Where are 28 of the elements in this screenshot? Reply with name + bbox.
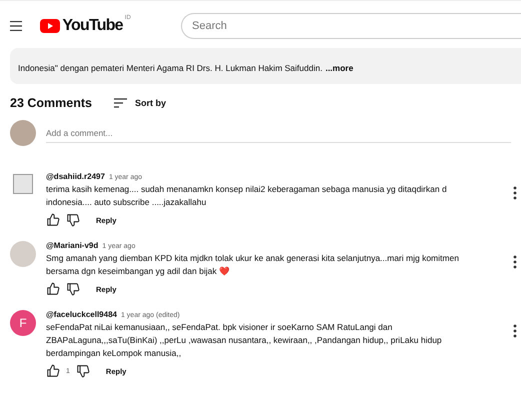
more-options-icon[interactable] [513, 255, 517, 269]
thumbs-up-icon[interactable] [46, 213, 60, 227]
avatar-image [13, 174, 33, 194]
thumbs-down-icon[interactable] [66, 213, 80, 227]
thumbs-down-icon[interactable] [76, 364, 90, 378]
more-options-icon[interactable] [513, 186, 517, 200]
user-avatar [10, 120, 36, 146]
thumbs-up-icon[interactable] [46, 364, 60, 378]
play-logo-icon [40, 19, 60, 33]
sort-button[interactable]: Sort by [114, 98, 166, 108]
description-text: Indonesia" dengan pemateri Menteri Agama RI Drs. H. Lukman Hakim Saifuddin. ...more [18, 63, 354, 73]
thumbs-down-icon[interactable] [66, 282, 80, 296]
comment-input-field[interactable]: Add a comment... [46, 124, 511, 142]
comment-author[interactable]: @faceluckcell9484 [46, 310, 117, 319]
search-field[interactable]: Search [181, 13, 521, 39]
thumbs-up-icon[interactable] [46, 282, 60, 296]
sort-icon [114, 98, 127, 108]
avatar-image [10, 241, 36, 267]
comment-text: terima kasih kemenag.... sudah menanamkn konsep nilai2 keberagaman sebaga manusia yg ditaqdirkan d indonesia.... auto subscribe .....jazakallahu [46, 183, 448, 209]
logo-wordmark[interactable]: YouTube [62, 17, 123, 35]
letter-avatar: F [10, 310, 36, 336]
comment-author[interactable]: @dsahiid.r2497 [46, 172, 105, 181]
comments-count: 23 Comments [10, 96, 92, 110]
menu-icon[interactable] [10, 20, 22, 32]
comment-text: seFendaPat niLai kemanusiaan,, seFendaPat. bpk visioner ir soeKarno SAM RatuLangi dan ZBAPaLaguna,,,saTu(BinKai) ,,perLu ,wawasan nusantara,, kewiraan,, ,Pandangan hidup,, priLaku hidup berdampingan keLompok manusia,, [46, 321, 443, 360]
comment-author[interactable]: @Mariani-v9d [46, 241, 98, 250]
comment-text: Smg amanah yang diemban KPD kita mjdkn tolak ukur ke anak generasi kita selanjutnya...mari mjg komitmen bersama dgn keseimbangan yg adil dan bijak ❤ [46, 252, 460, 278]
more-options-icon[interactable] [513, 324, 517, 338]
